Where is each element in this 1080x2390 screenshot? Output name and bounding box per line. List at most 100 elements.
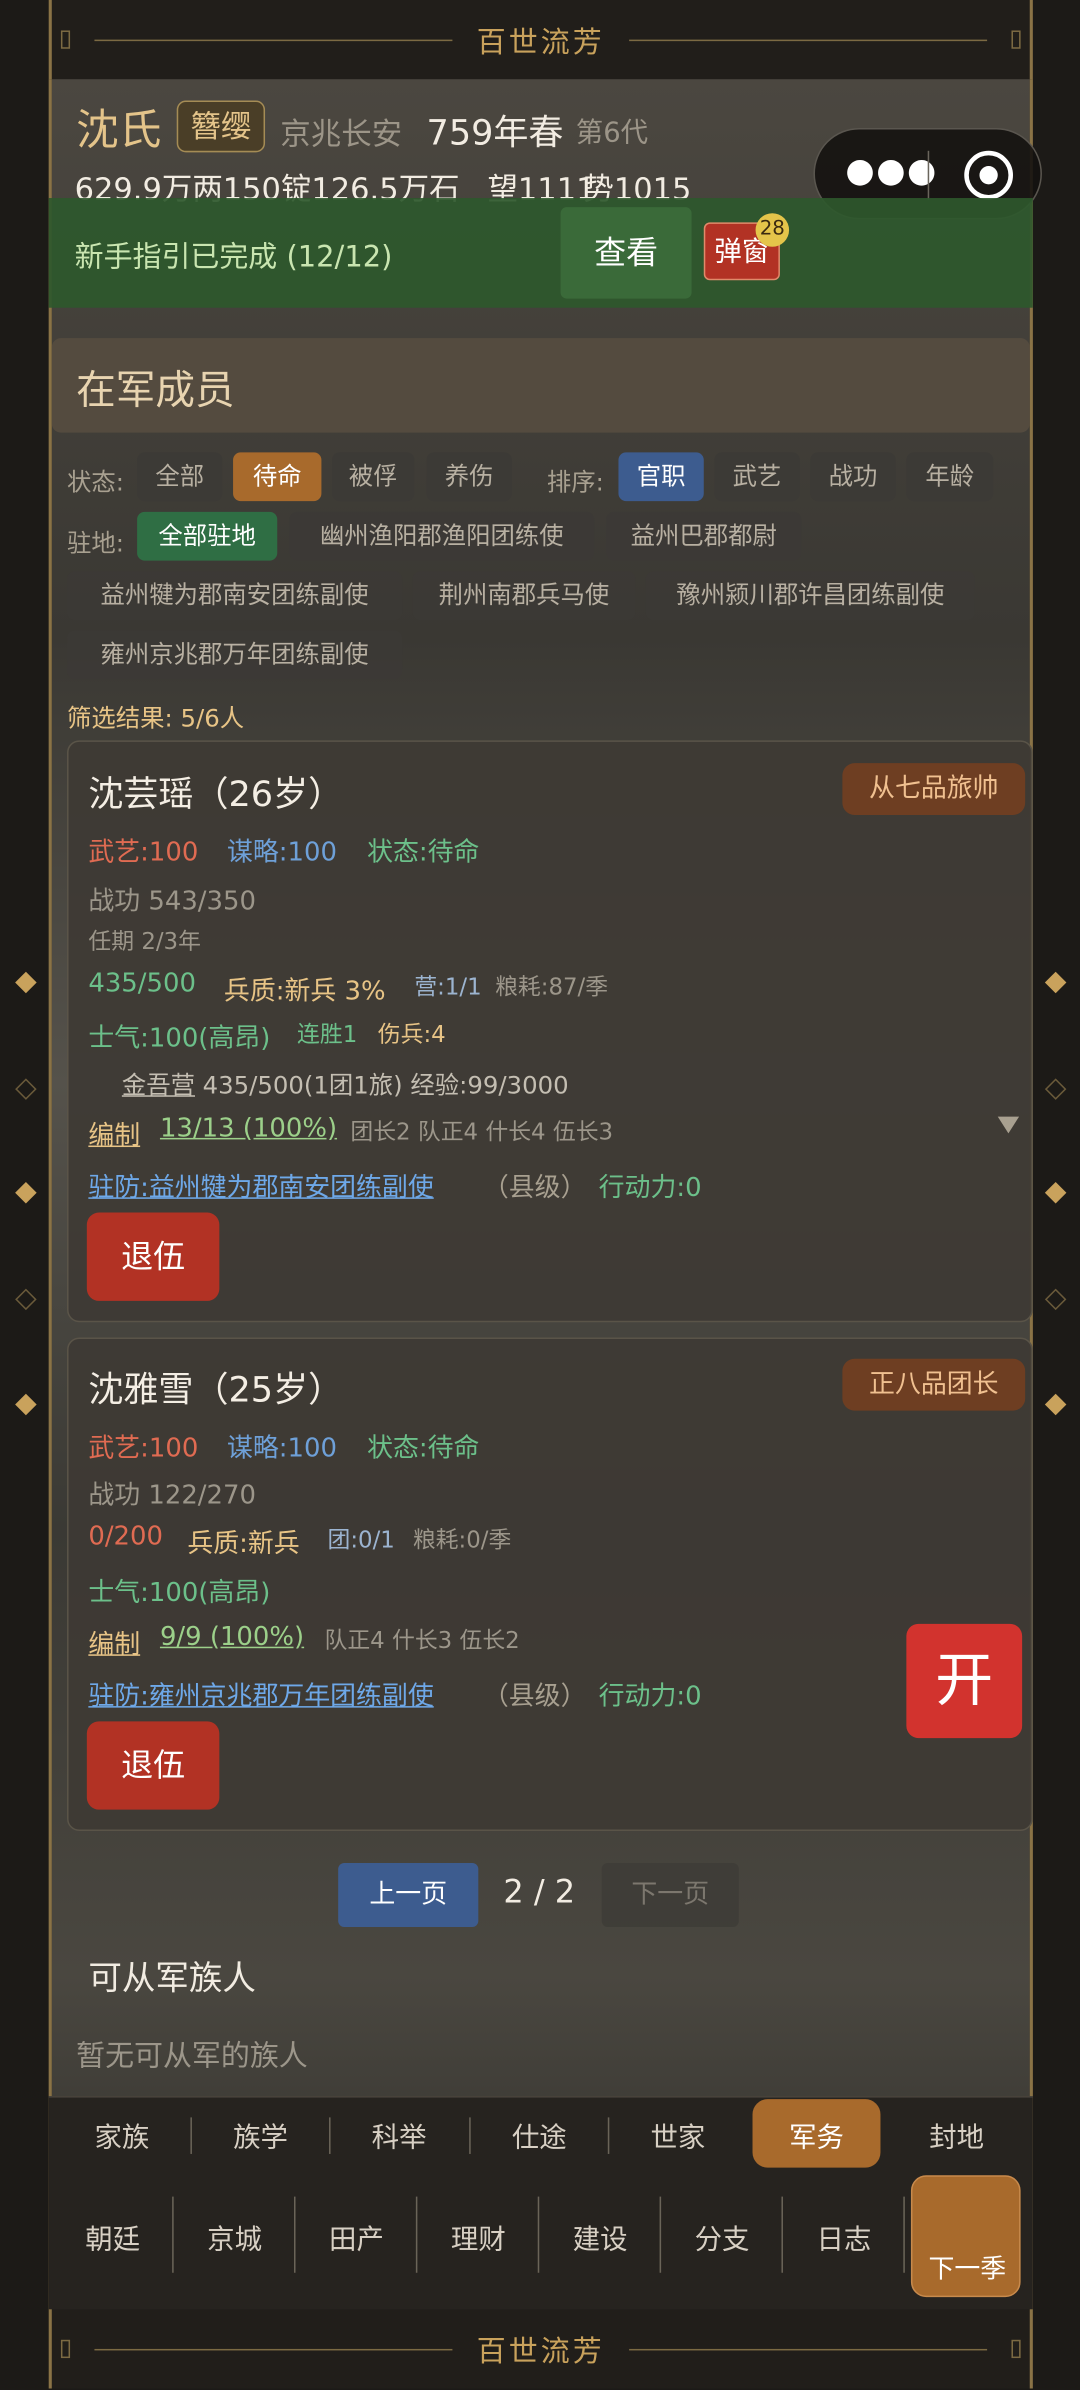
garrison-link[interactable]: 驻防:益州犍为郡南安团练副使: [88, 1165, 433, 1203]
troop-count: 435/500: [88, 968, 196, 1000]
banner-title: 百世流芳: [476, 25, 605, 59]
garrison-filter-wannian[interactable]: 雍州京兆郡万年团练副使: [67, 630, 403, 680]
garrison-filter-nanan[interactable]: 益州犍为郡南安团练副使: [67, 571, 403, 620]
side-ornament: [1044, 1393, 1067, 1416]
tab-branch[interactable]: 分支: [670, 2218, 774, 2258]
view-button[interactable]: 查看: [560, 207, 692, 299]
troop-count: 0/200: [88, 1521, 163, 1553]
side-ornament: [15, 1288, 37, 1311]
tab-capital[interactable]: 京城: [183, 2218, 287, 2258]
eligible-empty: 暂无可从军的族人: [76, 2039, 308, 2074]
popup-count-badge: 28: [755, 213, 790, 247]
troop-quality: 兵质:新兵: [187, 1529, 300, 1560]
tab-construction[interactable]: 建设: [548, 2218, 652, 2258]
garrison-level: （县级）: [482, 1172, 587, 1204]
sort-label: 排序:: [546, 467, 604, 497]
action-points: 行动力:0: [598, 1172, 702, 1204]
side-ornament: [15, 1181, 37, 1204]
side-ornament: [1044, 1078, 1067, 1100]
next-season-label: 下一季: [928, 2254, 1007, 2285]
tab-estate[interactable]: 田产: [305, 2218, 409, 2258]
tab-military[interactable]: 军务: [762, 2116, 872, 2156]
side-ornament: [15, 1078, 37, 1100]
retire-button[interactable]: 退伍: [86, 1721, 220, 1810]
regiment-count: 团:0/1: [327, 1526, 395, 1554]
year: 759年春: [426, 114, 564, 154]
rank-badge: 正八品团长: [842, 1358, 1026, 1411]
tab-court[interactable]: 朝廷: [61, 2218, 165, 2258]
banner-title: 百世流芳: [476, 2334, 605, 2368]
status-stat: 状态:待命: [367, 1433, 480, 1464]
tab-clans[interactable]: 世家: [623, 2116, 733, 2156]
garrison-filter-xuchang[interactable]: 豫州颍川郡许昌团练副使: [645, 571, 975, 620]
garrison-link[interactable]: 驻防:雍州京兆郡万年团练副使: [88, 1674, 433, 1712]
strategy-stat: 谋略:100: [226, 837, 337, 869]
status-filter-captured[interactable]: 被俘: [332, 452, 415, 502]
organization-value[interactable]: 13/13 (100%): [160, 1114, 337, 1144]
tab-fief[interactable]: 封地: [902, 2116, 1012, 2156]
status-filter-recovering[interactable]: 养伤: [426, 452, 512, 502]
expand-triangle-icon[interactable]: [997, 1116, 1020, 1134]
next-season-button[interactable]: 下一季: [910, 2175, 1021, 2298]
side-ornament: [15, 1393, 37, 1416]
generation: 第6代: [575, 117, 649, 150]
sort-martial[interactable]: 武艺: [714, 452, 800, 502]
retire-button[interactable]: 退伍: [86, 1212, 220, 1301]
side-ornament: [1044, 1288, 1067, 1311]
camp-count: 营:1/1: [414, 973, 482, 1001]
win-streak: 连胜1: [297, 1020, 358, 1049]
organization-detail: 队正4 什长3 伍长2: [324, 1626, 520, 1655]
term-stat: 任期 2/3年: [88, 927, 201, 956]
side-ornament: [1044, 1181, 1067, 1204]
sort-age[interactable]: 年龄: [906, 452, 994, 502]
wounded-stat: 伤兵:4: [377, 1020, 446, 1049]
family-name: 沈氏: [76, 105, 162, 156]
eligible-title: 可从军族人: [88, 1960, 256, 1999]
tab-school[interactable]: 族学: [206, 2116, 316, 2156]
prev-page-button[interactable]: 上一页: [338, 1862, 479, 1927]
grain-use: 粮耗:0/季: [412, 1526, 512, 1554]
status-filter-label: 状态:: [67, 467, 125, 497]
section-title: 在军成员: [76, 368, 235, 415]
garrison-filter-all[interactable]: 全部驻地: [137, 511, 278, 561]
status-filter-standby[interactable]: 待命: [233, 452, 322, 502]
morale-stat: 士气:100(高昂): [88, 1578, 271, 1609]
sort-official[interactable]: 官职: [618, 452, 704, 502]
unit-detail: 435/500(1团1旅) 经验:99/3000: [202, 1070, 569, 1100]
grain-use: 粮耗:87/季: [495, 973, 609, 1001]
organization-detail: 团长2 队正4 什长4 伍长3: [350, 1118, 614, 1146]
tab-exam[interactable]: 科举: [344, 2116, 454, 2156]
status-stat: 状态:待命: [367, 837, 480, 869]
unit-link[interactable]: 金吾营: [122, 1065, 195, 1102]
tab-career[interactable]: 仕途: [484, 2116, 594, 2156]
status-filter-all[interactable]: 全部: [137, 452, 223, 502]
guide-text: 新手指引已完成 (12/12): [74, 240, 393, 275]
tab-family[interactable]: 家族: [67, 2116, 177, 2156]
troop-quality: 兵质:新兵 3%: [223, 976, 386, 1007]
garrison-filter-bajun[interactable]: 益州巴郡都尉: [606, 511, 802, 561]
organization-label[interactable]: 编制: [88, 1114, 140, 1151]
more-icon[interactable]: ●●●: [845, 155, 936, 194]
side-ornament: [1044, 971, 1067, 994]
organization-value[interactable]: 9/9 (100%): [160, 1622, 304, 1652]
garrison-filter-youzhou[interactable]: 幽州渔阳郡渔阳团练使: [289, 511, 595, 561]
merit-stat: 战功 543/350: [88, 886, 256, 918]
open-button[interactable]: 开: [906, 1623, 1023, 1739]
sort-merit[interactable]: 战功: [810, 452, 896, 502]
close-target-icon[interactable]: [964, 150, 1013, 200]
tab-finance[interactable]: 理财: [427, 2218, 531, 2258]
member-name: 沈芸瑶（26岁）: [88, 775, 344, 815]
location: 京兆长安: [280, 115, 403, 153]
garrison-filter-label: 驻地:: [67, 528, 125, 558]
next-page-button[interactable]: 下一页: [601, 1862, 739, 1927]
tab-log[interactable]: 日志: [792, 2218, 896, 2258]
garrison-level: （县级）: [482, 1681, 587, 1713]
merit-stat: 战功 122/270: [88, 1480, 256, 1512]
side-ornament: [15, 971, 37, 994]
strategy-stat: 谋略:100: [226, 1433, 337, 1464]
bottom-banner: 百世流芳: [48, 2309, 1033, 2389]
top-banner: 百世流芳: [48, 0, 1033, 80]
garrison-filter-nanjun[interactable]: 荆州南郡兵马使: [412, 571, 636, 620]
rank-badge: 簪缨: [176, 100, 266, 153]
organization-label[interactable]: 编制: [88, 1622, 140, 1660]
